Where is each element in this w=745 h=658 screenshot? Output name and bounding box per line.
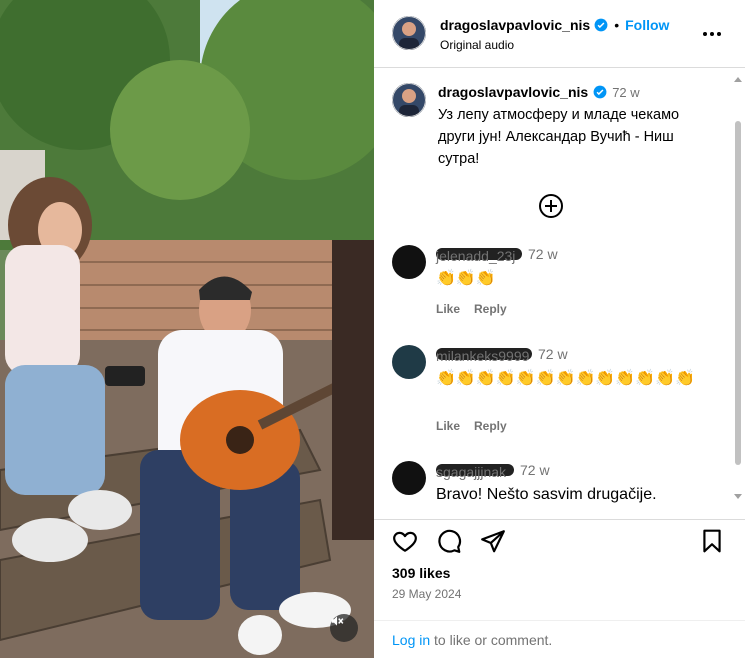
comment-item: milankeks9999 72 w 👏👏👏👏👏👏👏👏👏👏👏👏👏 Like Re… — [374, 345, 734, 445]
bookmark-icon[interactable] — [699, 528, 725, 554]
comment-reply-button[interactable]: Reply — [474, 302, 507, 316]
post-video[interactable] — [0, 0, 374, 658]
post-header: dragoslavpavlovic_nis • Follow Original … — [374, 0, 745, 68]
separator-dot: • — [614, 17, 620, 33]
comment-header: jelenadd_23j 72 w — [436, 245, 558, 264]
comment-timestamp: 72 w — [528, 246, 558, 262]
follow-button[interactable]: Follow — [625, 17, 669, 33]
audio-link[interactable]: Original audio — [440, 38, 514, 52]
comment-actions: Like Reply — [436, 302, 507, 316]
comment-like-button[interactable]: Like — [436, 302, 460, 316]
add-circle-icon[interactable] — [538, 193, 564, 219]
caption-username[interactable]: dragoslavpavlovic_nis — [438, 84, 588, 100]
video-frame — [0, 0, 374, 658]
share-icon[interactable] — [480, 528, 506, 554]
comment-actions: Like Reply — [436, 419, 507, 433]
comment-reply-button[interactable]: Reply — [474, 419, 507, 433]
likes-count[interactable]: 309 likes — [392, 565, 450, 581]
heart-icon[interactable] — [392, 528, 418, 554]
comment-item: sgagajjjnak 72 w Bravo! Nešto sasvim dru… — [374, 461, 734, 519]
scroll-down-arrow-icon[interactable] — [734, 494, 742, 499]
comment-header: sgagajjjnak 72 w — [436, 461, 550, 480]
comment-like-button[interactable]: Like — [436, 419, 460, 433]
commenter-avatar[interactable] — [392, 245, 426, 279]
comment-timestamp: 72 w — [520, 462, 550, 478]
comment-text: Bravo! Nešto sasvim drugačije. — [436, 486, 657, 503]
scroll-up-arrow-icon[interactable] — [734, 77, 742, 82]
comment-header: milankeks9999 72 w — [436, 345, 568, 364]
post-actions: 309 likes 29 May 2024 Log in to like or … — [374, 519, 745, 658]
login-prompt: Log in to like or comment. — [374, 620, 745, 658]
comments-scrollbar[interactable] — [731, 69, 745, 519]
mute-toggle-button[interactable] — [330, 614, 358, 642]
post-details-panel: dragoslavpavlovic_nis • Follow Original … — [374, 0, 745, 658]
commenter-avatar[interactable] — [392, 461, 426, 495]
comment-username[interactable]: milankeks9999 — [436, 348, 532, 364]
login-prompt-text: to like or comment. — [430, 632, 553, 648]
login-link[interactable]: Log in — [392, 632, 430, 648]
muted-speaker-icon — [331, 616, 344, 626]
comment-icon[interactable] — [436, 528, 462, 554]
post-date[interactable]: 29 May 2024 — [392, 587, 461, 601]
commenter-avatar[interactable] — [392, 345, 426, 379]
author-line: dragoslavpavlovic_nis • Follow — [440, 17, 669, 33]
verified-badge-icon — [594, 18, 608, 32]
comment-item: jelenadd_23j 72 w 👏👏👏 Like Reply — [374, 245, 734, 325]
caption-text: Уз лепу атмосферу и младе чекамо други ј… — [438, 107, 680, 167]
comments-section[interactable]: dragoslavpavlovic_nis 72 w Уз лепу атмос… — [374, 69, 745, 519]
author-username[interactable]: dragoslavpavlovic_nis — [440, 17, 590, 33]
caption-timestamp: 72 w — [612, 84, 640, 100]
author-avatar[interactable] — [392, 16, 426, 50]
comment-text: 👏👏👏👏👏👏👏👏👏👏👏👏👏 — [436, 370, 695, 387]
caption-header: dragoslavpavlovic_nis 72 w — [438, 84, 640, 100]
caption-author-avatar[interactable] — [392, 83, 426, 117]
more-options-icon[interactable] — [700, 24, 724, 44]
comment-text: 👏👏👏 — [436, 270, 496, 287]
comment-username[interactable]: sgagajjjnak — [436, 464, 514, 480]
scroll-thumb[interactable] — [735, 121, 741, 465]
verified-badge-icon — [593, 85, 607, 99]
comment-timestamp: 72 w — [538, 346, 568, 362]
comment-username[interactable]: jelenadd_23j — [436, 248, 522, 264]
